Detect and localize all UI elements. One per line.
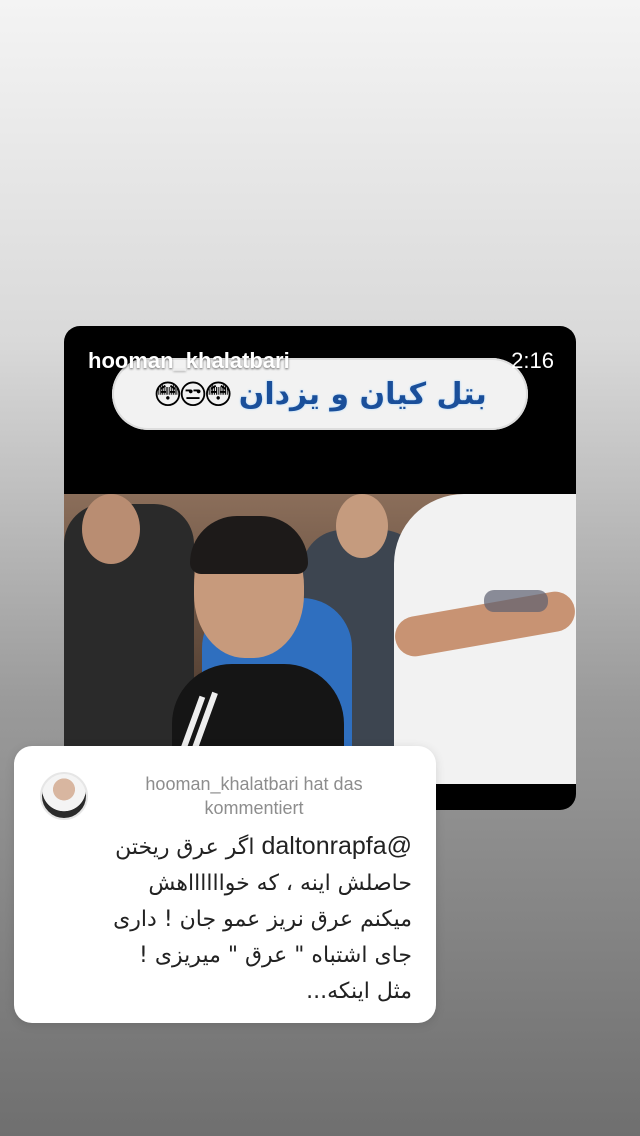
video-duration: 2:16 bbox=[511, 348, 554, 373]
shared-post-card[interactable]: hooman_khalatbari 2:16 😳😒😳 بتل کیان و یز… bbox=[64, 326, 576, 810]
thumbnail-tattoo bbox=[484, 590, 548, 612]
video-title: بتل کیان و یزدان bbox=[238, 376, 487, 412]
comment-text: اگر عرق ریختن حاصلش اینه ، که خوااااااهش… bbox=[113, 835, 412, 1004]
video-thumbnail[interactable] bbox=[64, 494, 576, 784]
post-author-username[interactable]: hooman_khalatbari bbox=[88, 348, 290, 374]
comment-text-block: @daltonrapfa اگر عرق ریختن حاصلش اینه ، … bbox=[106, 828, 412, 1010]
comment-header: hooman_khalatbari hat das kommentiert bbox=[145, 774, 363, 818]
comment-sticker[interactable]: hooman_khalatbari hat das kommentiert @d… bbox=[14, 746, 436, 1023]
face-emoji-icons: 😳😒😳 bbox=[153, 378, 233, 410]
thumbnail-kid-hair bbox=[190, 516, 308, 574]
thumbnail-person-center-head bbox=[336, 494, 388, 558]
thumbnail-person-left-head bbox=[82, 494, 140, 564]
comment-mention[interactable]: @daltonrapfa bbox=[262, 832, 413, 860]
avatar[interactable] bbox=[40, 772, 88, 820]
